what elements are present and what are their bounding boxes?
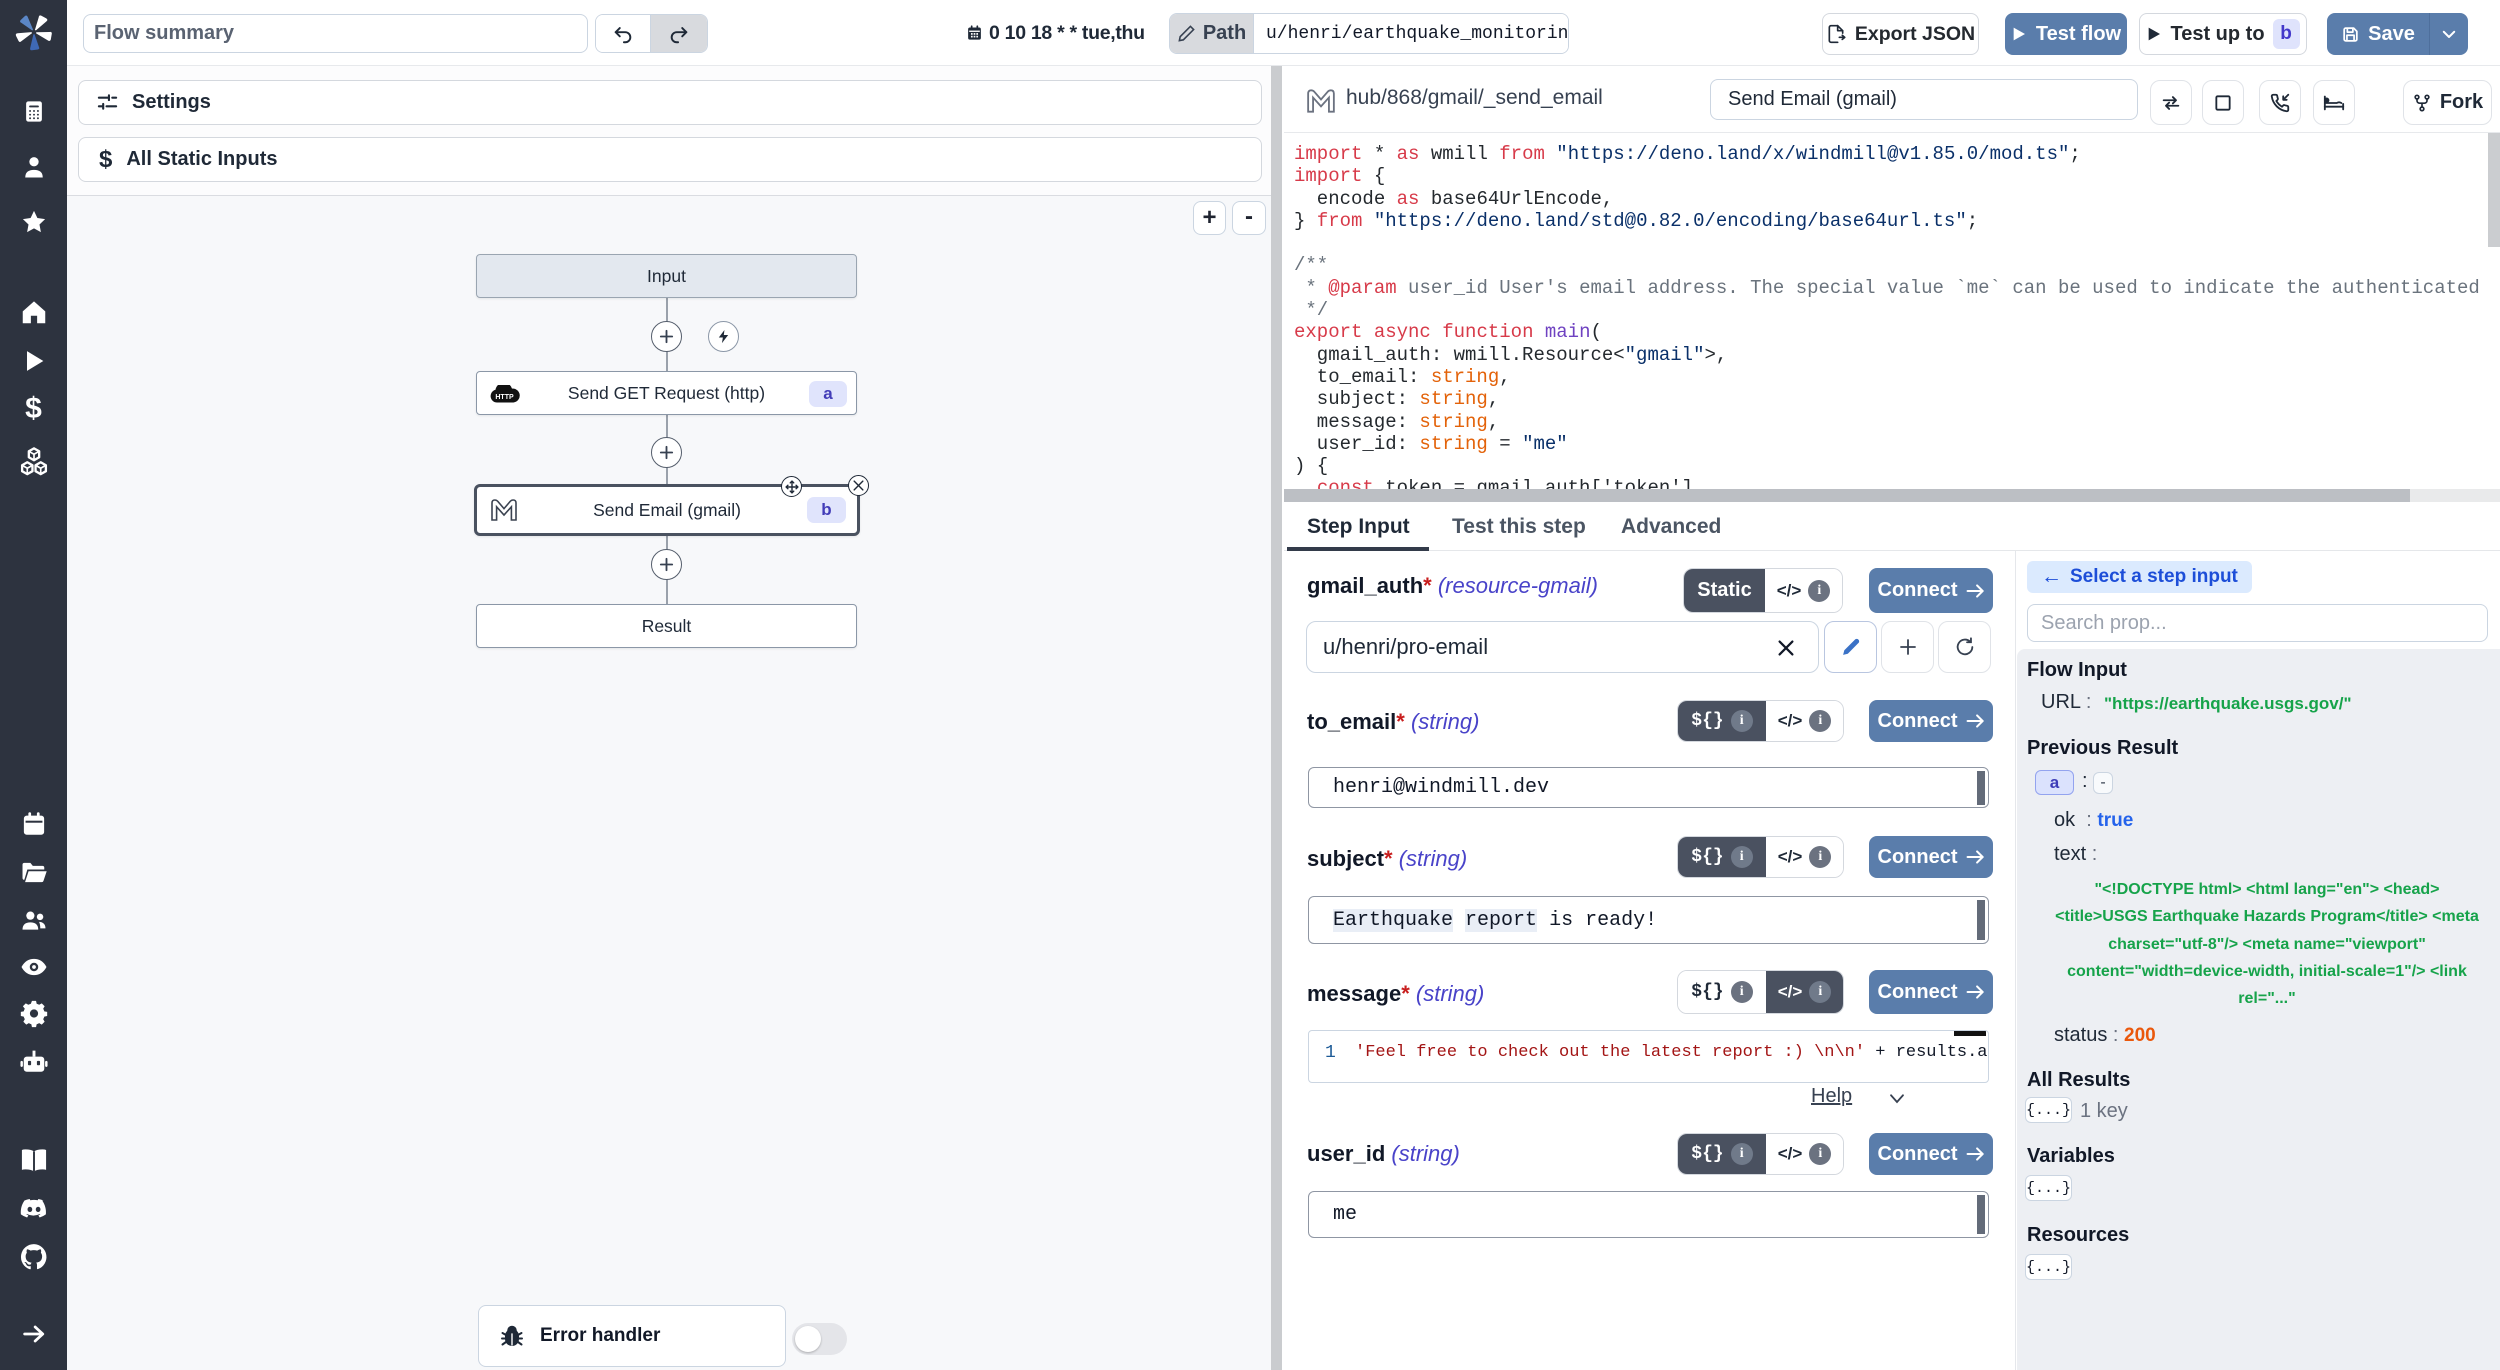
svg-text:HTTP: HTTP (495, 394, 514, 401)
